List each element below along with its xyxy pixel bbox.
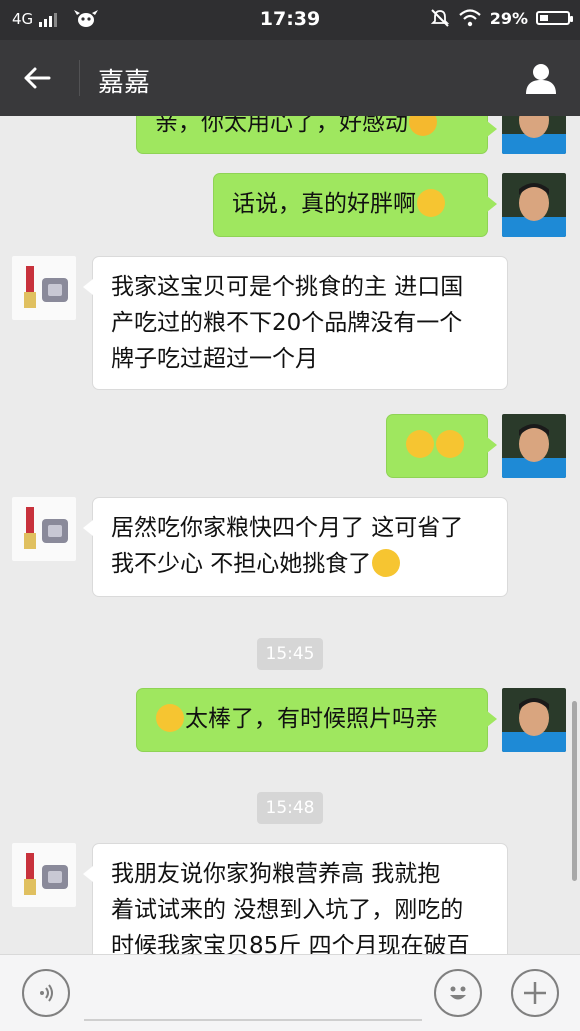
my-avatar[interactable] [502, 116, 566, 154]
back-arrow-icon [24, 67, 51, 89]
my-avatar[interactable] [502, 173, 566, 237]
message-bubble-incoming[interactable]: 我朋友说你家狗粮营养高 我就抱 着试试来的 没想到入坑了，刚吃的 时候我家宝贝8… [83, 843, 508, 954]
status-right: 29% [430, 8, 573, 28]
message-text: 太棒了，有时候照片吗亲 [185, 706, 438, 732]
message-line: 产吃过的粮不下20个品牌没有一个 [111, 310, 463, 336]
message-bubble-incoming[interactable]: 我家这宝贝可是个挑食的主 进口国 产吃过的粮不下20个品牌没有一个 牌子吃过超过… [83, 256, 508, 390]
chat-scrollbar[interactable] [572, 701, 577, 881]
battery-icon [536, 11, 573, 25]
laughing-emoji-icon [417, 189, 445, 217]
message-input[interactable] [84, 965, 422, 1021]
my-avatar[interactable] [502, 414, 566, 478]
more-button[interactable] [511, 969, 559, 1017]
profile-button[interactable] [516, 56, 566, 100]
status-bar: 4G 17:39 29% [0, 0, 580, 40]
plus-icon [524, 982, 546, 1004]
my-avatar[interactable] [502, 688, 566, 752]
contact-avatar[interactable] [12, 256, 76, 320]
mute-icon [430, 9, 449, 27]
message-timestamp: 15:45 [257, 638, 323, 670]
message-bubble-incoming[interactable]: 居然吃你家粮快四个月了 这可省了 我不少心 不担心她挑食了 [83, 497, 508, 597]
message-text: 话说，真的好胖啊 [232, 191, 416, 217]
title-bar: 嘉嘉 [0, 40, 580, 116]
voice-button[interactable] [22, 969, 70, 1017]
message-line: 居然吃你家粮快四个月了 这可省了 [111, 515, 464, 541]
contact-avatar[interactable] [12, 497, 76, 561]
crying-emoji-icon [409, 116, 437, 136]
message-line: 着试试来的 没想到入坑了，刚吃的 [111, 897, 464, 923]
chat-area[interactable]: 亲，你太用心了，好感动 话说，真的好胖啊 我家这宝贝可是个挑食的主 进口国 产吃… [0, 116, 580, 954]
message-bubble-outgoing[interactable] [386, 414, 497, 478]
emoji-icon [450, 986, 466, 1000]
back-button[interactable] [14, 56, 60, 100]
profile-icon [526, 64, 556, 94]
chat-title: 嘉嘉 [98, 68, 151, 98]
message-text: 亲，你太用心了，好感动 [155, 116, 408, 136]
emoji-button[interactable] [434, 969, 482, 1017]
message-line: 我不少心 不担心她挑食了 [111, 551, 372, 577]
title-divider [79, 60, 80, 96]
wifi-icon [458, 9, 481, 27]
message-line: 我家这宝贝可是个挑食的主 进口国 [111, 274, 464, 300]
message-line: 牌子吃过超过一个月 [111, 346, 318, 372]
message-timestamp: 15:48 [257, 792, 323, 824]
input-bar [0, 954, 580, 1031]
tears-of-joy-emoji-icon [436, 430, 464, 458]
hugging-emoji-icon [156, 704, 184, 732]
battery-percent: 29% [489, 8, 528, 28]
grinning-emoji-icon [372, 549, 401, 577]
message-bubble-outgoing[interactable]: 太棒了，有时候照片吗亲 [136, 688, 497, 752]
voice-icon [40, 984, 53, 1002]
tears-of-joy-emoji-icon [406, 430, 434, 458]
message-line: 我朋友说你家狗粮营养高 我就抱 [111, 861, 441, 887]
message-bubble-outgoing[interactable]: 话说，真的好胖啊 [213, 173, 497, 237]
message-line: 时候我家宝贝85斤 四个月现在破百 [111, 933, 470, 954]
contact-avatar[interactable] [12, 843, 76, 907]
message-bubble-outgoing[interactable]: 亲，你太用心了，好感动 [136, 116, 497, 154]
